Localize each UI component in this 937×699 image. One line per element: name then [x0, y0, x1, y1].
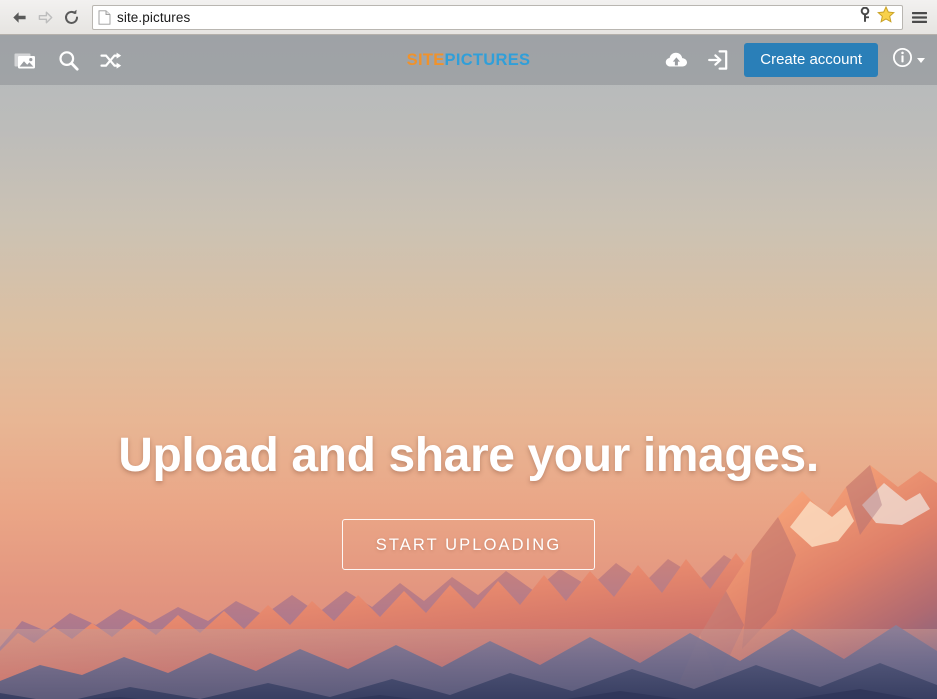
logo-part-pictures: PICTURES — [444, 50, 531, 69]
browser-toolbar: site.pictures — [0, 0, 937, 35]
cloud-upload-icon[interactable] — [664, 47, 690, 73]
url-text: site.pictures — [117, 9, 191, 25]
hero-content: Upload and share your images. START UPLO… — [0, 429, 937, 571]
page-viewport: SITEPICTURES Create account Upload and s… — [0, 35, 937, 699]
start-uploading-button[interactable]: START UPLOADING — [341, 518, 596, 571]
hero-background-image — [0, 35, 937, 699]
search-icon[interactable] — [55, 47, 81, 73]
forward-button[interactable] — [32, 4, 58, 30]
hamburger-menu-icon[interactable] — [907, 4, 931, 30]
chevron-down-icon — [917, 57, 925, 63]
url-bar-icons — [859, 5, 897, 28]
hero-title: Upload and share your images. — [118, 429, 819, 482]
site-navbar: SITEPICTURES Create account — [0, 35, 937, 85]
sign-in-icon[interactable] — [704, 47, 730, 73]
key-icon[interactable] — [859, 6, 871, 28]
navbar-left-icons — [12, 47, 124, 73]
reload-button[interactable] — [58, 4, 84, 30]
images-icon[interactable] — [12, 47, 38, 73]
back-button[interactable] — [6, 4, 32, 30]
info-circle-icon — [892, 47, 913, 73]
logo-part-site: SITE — [406, 50, 445, 69]
info-menu[interactable] — [892, 47, 925, 73]
site-logo[interactable]: SITEPICTURES — [407, 51, 531, 70]
star-icon[interactable] — [877, 5, 895, 28]
create-account-button[interactable]: Create account — [744, 43, 878, 77]
navbar-right-actions: Create account — [664, 43, 925, 77]
shuffle-icon[interactable] — [98, 47, 124, 73]
url-bar[interactable]: site.pictures — [92, 4, 903, 30]
document-icon — [98, 9, 111, 25]
